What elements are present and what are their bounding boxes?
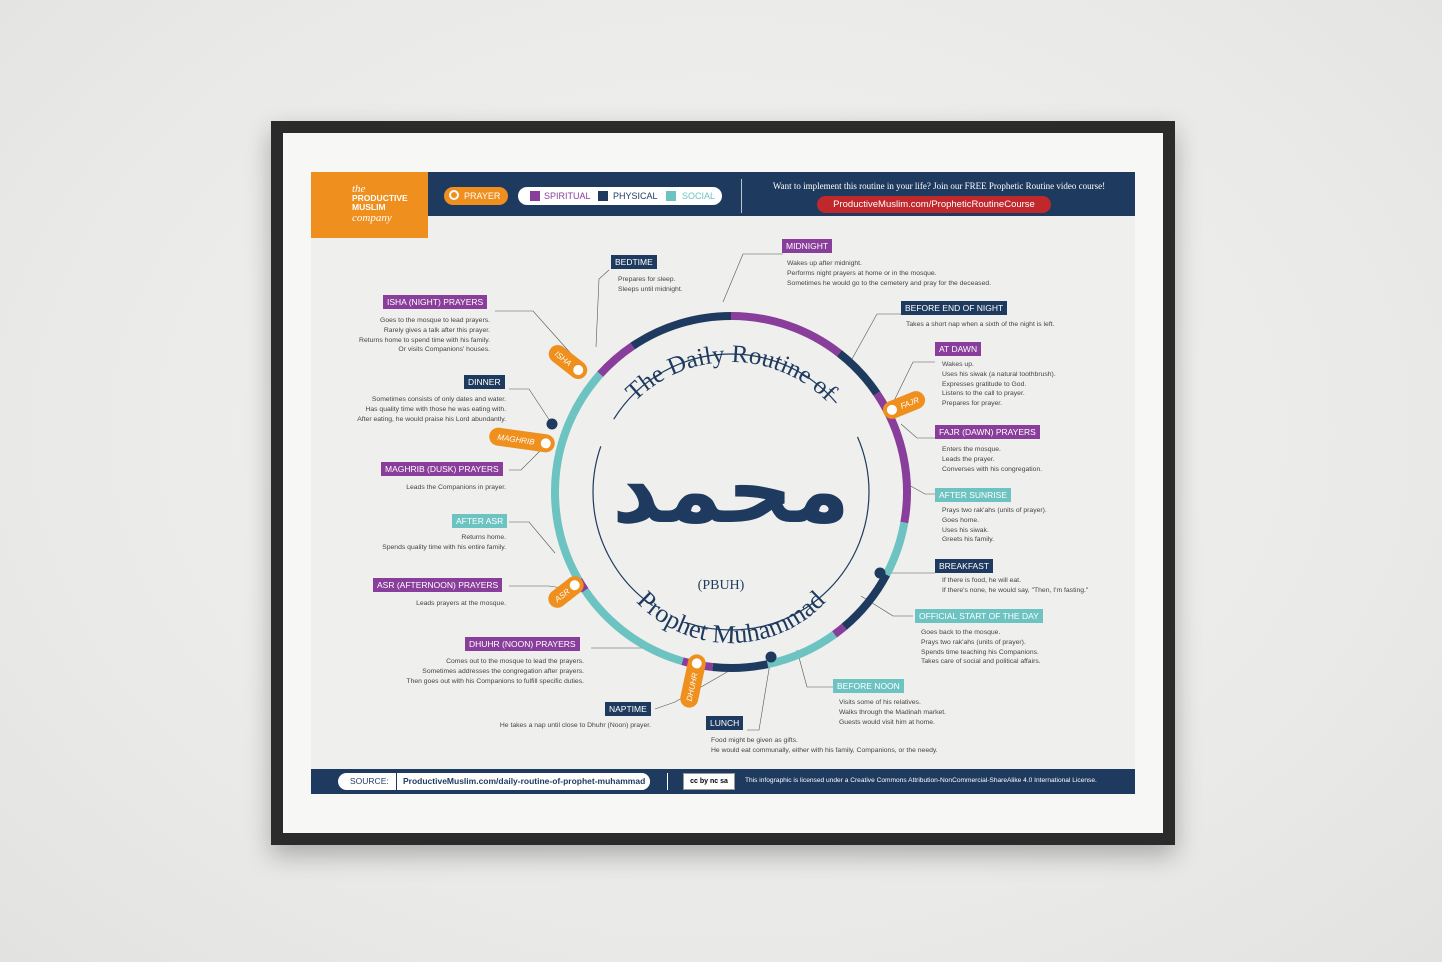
- lunch-segment: [712, 660, 769, 672]
- infographic-poster: the PRODUCTIVE MUSLIM company PRAYER SPI…: [311, 172, 1135, 794]
- license-text: This infographic is licensed under a Cre…: [745, 777, 1097, 784]
- calligraphy-muhammad: محمد: [612, 437, 850, 544]
- breakfast-dot: [874, 567, 886, 579]
- pbuh-text: (PBUH): [698, 578, 745, 593]
- leader-after-asr: [509, 521, 556, 554]
- breakfast-desc: If there is food, he will eat. If there'…: [942, 577, 1089, 594]
- midnight-desc: Wakes up after midnight. Performs night …: [787, 260, 992, 287]
- before-end-night-label: BEFORE END OF NIGHT: [901, 301, 1008, 315]
- social-segment: [569, 371, 604, 417]
- isha-segment: [597, 342, 635, 377]
- official-start-desc: Goes back to the mosque. Prays two rak'a…: [921, 629, 1041, 666]
- lunch-dot: [765, 651, 777, 663]
- dinner-desc: Sometimes consists of only dates and wat…: [357, 396, 506, 423]
- after-asr-label: AFTER ASR: [452, 514, 508, 528]
- before-noon-desc: Visits some of his relatives. Walks thro…: [839, 699, 947, 726]
- after-sunrise-label: AFTER SUNRISE: [935, 488, 1012, 502]
- footer-divider: [667, 773, 668, 790]
- evening-segment: [551, 413, 583, 582]
- midnight-label: MIDNIGHT: [782, 239, 833, 253]
- breakfast-label: BREAKFAST: [935, 559, 994, 573]
- lunch-label: LUNCH: [706, 716, 744, 730]
- bedtime-desc: Prepares for sleep. Sleeps until midnigh…: [618, 276, 683, 293]
- at-dawn-label: AT DAWN: [935, 342, 982, 356]
- dhuhr-prayers-label: DHUHR (NOON) PRAYERS: [465, 637, 580, 651]
- sunrise-segment: [882, 521, 909, 577]
- after-asr-desc: Returns home. Spends quality time with h…: [382, 534, 506, 551]
- bedtime-label: BEDTIME: [611, 255, 657, 269]
- breakfast-segment: [841, 572, 890, 630]
- lunch-desc: Food might be given as gifts. He would e…: [711, 737, 938, 754]
- maghrib-prayers-label: MAGHRIB (DUSK) PRAYERS: [381, 462, 503, 476]
- leader-after-sunrise: [906, 483, 935, 495]
- arc-title: The Daily Routine of: [621, 341, 842, 407]
- leader-dinner: [509, 388, 553, 425]
- asr-prayers-label: ASR (AFTERNOON) PRAYERS: [373, 578, 503, 592]
- official-start-label: OFFICIAL START OF THE DAY: [915, 609, 1043, 623]
- source-pill: SOURCE: ProductiveMuslim.com/daily-routi…: [338, 773, 650, 790]
- source-link[interactable]: ProductiveMuslim.com/daily-routine-of-pr…: [396, 773, 650, 790]
- before-end-night-desc: Takes a short nap when a sixth of the ni…: [906, 321, 1055, 328]
- before-noon-label: BEFORE NOON: [833, 679, 904, 693]
- night-segment: [836, 350, 881, 396]
- asr-prayers-desc: Leads prayers at the mosque.: [416, 600, 506, 607]
- isha-tag[interactable]: ISHA: [545, 341, 591, 382]
- creative-commons-badge[interactable]: cc by nc sa: [683, 773, 735, 790]
- maghrib-prayers-desc: Leads the Companions in prayer.: [406, 484, 506, 491]
- dhuhr-prayers-desc: Comes out to the mosque to lead the pray…: [406, 658, 584, 685]
- duha-segment: [832, 623, 847, 638]
- leader-fajr: [900, 423, 935, 439]
- fajr-tag[interactable]: FAJR: [880, 388, 928, 421]
- isha-prayers-desc: Goes to the mosque to lead prayers. Rare…: [359, 317, 490, 354]
- dinner-dot: [546, 418, 558, 430]
- isha-prayers-label: ISHA (NIGHT) PRAYERS: [383, 295, 488, 309]
- leader-bedtime: [595, 269, 610, 348]
- naptime-desc: He takes a nap until close to Dhuhr (Noo…: [499, 722, 651, 729]
- fajr-prayers-desc: Enters the mosque. Leads the prayer. Con…: [942, 446, 1043, 473]
- dinner-label: DINNER: [464, 375, 505, 389]
- leader-before-end-night: [851, 313, 901, 360]
- naptime-label: NAPTIME: [605, 702, 651, 716]
- maghrib-tag[interactable]: MAGHRIB: [488, 426, 556, 453]
- source-label: SOURCE:: [350, 776, 389, 786]
- bedtime-segment: [630, 312, 732, 350]
- footer-bar: SOURCE: ProductiveMuslim.com/daily-routi…: [311, 769, 1135, 794]
- at-dawn-desc: Wakes up. Uses his siwak (a natural toot…: [942, 361, 1056, 408]
- leader-midnight: [722, 253, 783, 303]
- after-sunrise-desc: Prays two rak'ahs (units of prayer). Goe…: [942, 507, 1047, 544]
- arc-name: Prophet Muhammad: [632, 585, 831, 649]
- fajr-prayers-label: FAJR (DAWN) PRAYERS: [935, 425, 1040, 439]
